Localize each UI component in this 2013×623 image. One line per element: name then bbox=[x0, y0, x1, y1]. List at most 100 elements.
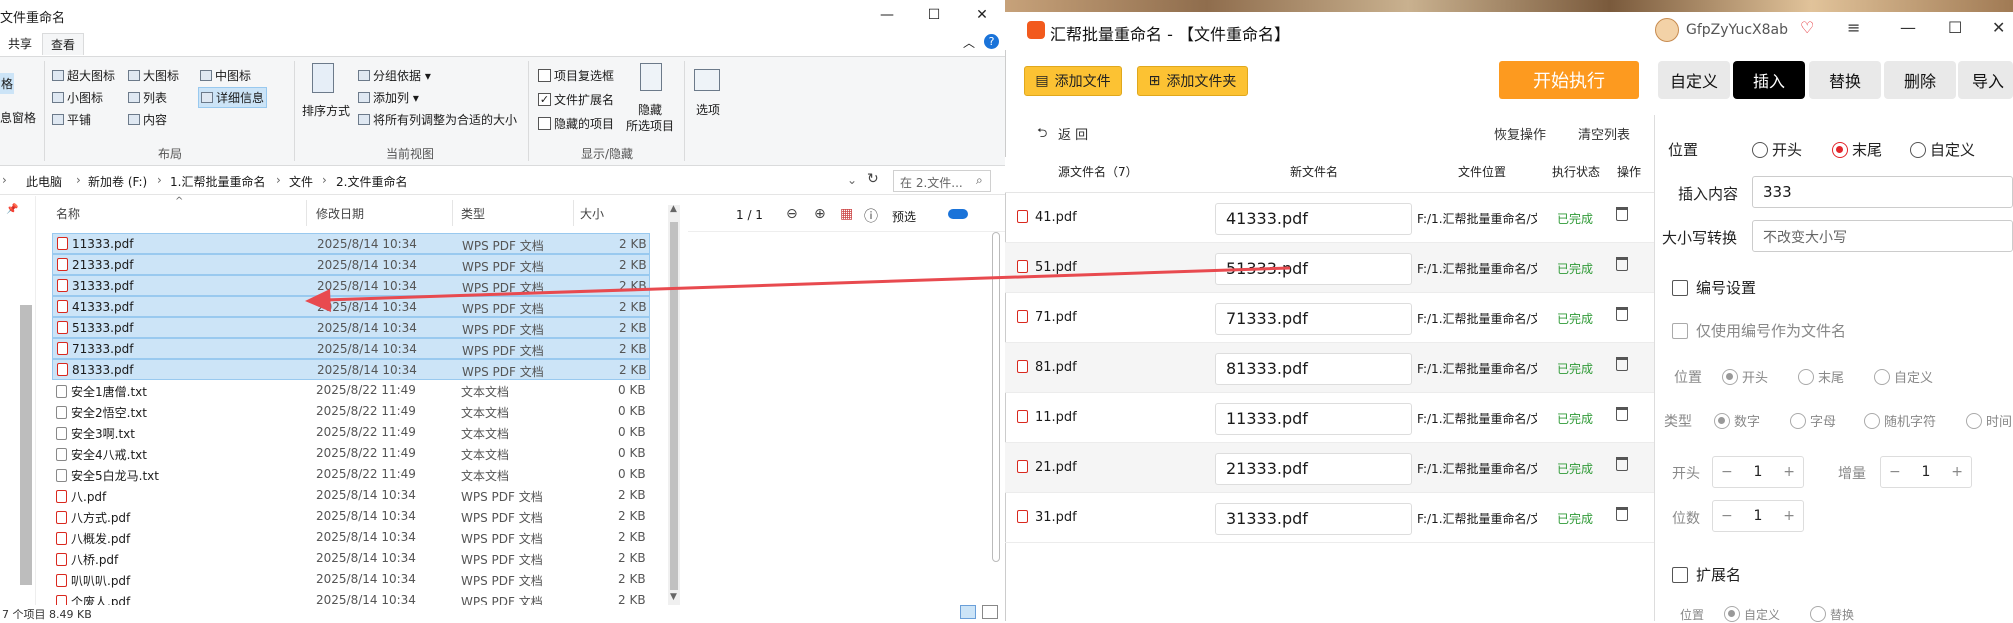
trash-icon[interactable] bbox=[1616, 407, 1628, 421]
increment-stepper[interactable]: − 1 + bbox=[1880, 456, 1972, 488]
start-button[interactable]: 开始执行 bbox=[1499, 61, 1639, 99]
file-row[interactable]: 叭叭叭.pdf 2025/8/14 10:34 WPS PDF 文档 2 KB bbox=[52, 569, 650, 590]
minimize-button[interactable]: — bbox=[865, 0, 909, 30]
refresh-icon[interactable]: ↻ bbox=[867, 171, 879, 187]
breadcrumb-item[interactable]: 2.文件重命名 bbox=[336, 173, 407, 190]
new-filename-input[interactable]: 31333.pdf bbox=[1215, 503, 1412, 535]
num-position-end-radio[interactable]: 末尾 bbox=[1798, 367, 1844, 386]
new-filename-input[interactable]: 71333.pdf bbox=[1215, 303, 1412, 335]
add-file-button[interactable]: ▤ 添加文件 bbox=[1024, 66, 1122, 96]
file-row[interactable]: 31333.pdf 2025/8/14 10:34 WPS PDF 文档 2 KB bbox=[52, 275, 650, 296]
back-button[interactable]: 返 回 bbox=[1058, 124, 1088, 143]
help-circle-icon[interactable]: ⓘ bbox=[864, 206, 878, 226]
scrollbar-thumb[interactable] bbox=[670, 222, 678, 590]
add-folder-button[interactable]: ⊞ 添加文件夹 bbox=[1137, 66, 1248, 96]
zoom-in-icon[interactable]: ⊕ bbox=[814, 206, 826, 222]
minus-icon[interactable]: − bbox=[1721, 508, 1733, 524]
num-position-start-radio[interactable]: 开头 bbox=[1722, 367, 1768, 386]
username[interactable]: GfpZyYucX8ab bbox=[1686, 22, 1788, 38]
position-custom-radio[interactable]: 自定义 bbox=[1910, 139, 1975, 160]
add-column-button[interactable]: 添加列 ▾ bbox=[358, 89, 419, 106]
trash-icon[interactable] bbox=[1616, 357, 1628, 371]
layout-tiles[interactable]: 平铺 bbox=[52, 111, 91, 128]
new-filename-input[interactable]: 51333.pdf bbox=[1215, 253, 1412, 285]
trash-icon[interactable] bbox=[1616, 257, 1628, 271]
breadcrumb-item[interactable]: 此电脑 bbox=[26, 173, 62, 190]
col-source[interactable]: 源文件名（7） bbox=[1058, 163, 1138, 180]
type-letter-radio[interactable]: 字母 bbox=[1790, 411, 1836, 430]
clear-list-button[interactable]: 清空列表 bbox=[1578, 124, 1630, 143]
file-row[interactable]: 51333.pdf 2025/8/14 10:34 WPS PDF 文档 2 KB bbox=[52, 317, 650, 338]
minus-icon[interactable]: − bbox=[1721, 464, 1733, 480]
sort-icon[interactable] bbox=[312, 63, 334, 93]
extension-replace-radio[interactable]: 替换 bbox=[1810, 606, 1854, 623]
chevron-down-icon[interactable]: ⌄ bbox=[847, 173, 857, 187]
file-row[interactable]: 21333.pdf 2025/8/14 10:34 WPS PDF 文档 2 KB bbox=[52, 254, 650, 275]
layout-extra-large-icons[interactable]: 超大图标 bbox=[52, 67, 115, 84]
extension-custom-radio[interactable]: 自定义 bbox=[1724, 606, 1780, 623]
tab-delete[interactable]: 删除 bbox=[1884, 61, 1956, 99]
breadcrumb-item[interactable]: 文件 bbox=[289, 173, 313, 190]
trash-icon[interactable] bbox=[1616, 307, 1628, 321]
help-icon[interactable]: ? bbox=[984, 34, 999, 49]
file-extension-toggle[interactable]: ✓ 文件扩展名 bbox=[538, 91, 614, 108]
tab-custom[interactable]: 自定义 bbox=[1658, 61, 1730, 99]
new-filename-input[interactable]: 11333.pdf bbox=[1215, 403, 1412, 435]
position-start-radio[interactable]: 开头 bbox=[1752, 139, 1802, 160]
trash-icon[interactable] bbox=[1616, 457, 1628, 471]
sort-by-button[interactable]: 排序方式 bbox=[302, 102, 350, 119]
num-position-custom-radio[interactable]: 自定义 bbox=[1874, 367, 1933, 386]
tab-import[interactable]: 导入 bbox=[1958, 61, 2013, 99]
column-header-name[interactable]: 名称 bbox=[56, 205, 80, 222]
file-row[interactable]: 81333.pdf 2025/8/14 10:34 WPS PDF 文档 2 KB bbox=[52, 359, 650, 380]
plus-icon[interactable]: + bbox=[1783, 508, 1795, 524]
tab-replace[interactable]: 替换 bbox=[1809, 61, 1881, 99]
layout-details[interactable]: 详细信息 bbox=[198, 87, 268, 108]
multi-page-icon[interactable]: ▦ bbox=[840, 206, 853, 222]
hidden-items-toggle[interactable]: 隐藏的项目 bbox=[538, 115, 614, 132]
restore-button[interactable]: 恢复操作 bbox=[1494, 124, 1546, 143]
start-stepper[interactable]: − 1 + bbox=[1712, 456, 1804, 488]
digits-stepper[interactable]: − 1 + bbox=[1712, 500, 1804, 532]
tab-insert[interactable]: 插入 bbox=[1733, 61, 1805, 99]
breadcrumb-item[interactable]: 1.汇帮批量重命名 bbox=[170, 173, 265, 190]
file-row[interactable]: 八方式.pdf 2025/8/14 10:34 WPS PDF 文档 2 KB bbox=[52, 506, 650, 527]
file-row[interactable]: 安全5白龙马.txt 2025/8/22 11:49 文本文档 0 KB bbox=[52, 464, 650, 485]
address-bar[interactable]: › 此电脑 › 新加卷 (F:) › 1.汇帮批量重命名 › 文件 › 2.文件… bbox=[0, 167, 1005, 195]
details-view-icon[interactable] bbox=[960, 605, 976, 619]
minus-icon[interactable]: − bbox=[1889, 464, 1901, 480]
size-columns-button[interactable]: 将所有列调整为合适的大小 bbox=[358, 111, 517, 128]
scroll-up-icon[interactable]: ▲ bbox=[670, 204, 677, 214]
new-filename-input[interactable]: 41333.pdf bbox=[1215, 203, 1412, 235]
column-header-size[interactable]: 大小 bbox=[580, 205, 604, 222]
plus-icon[interactable]: + bbox=[1783, 464, 1795, 480]
file-row[interactable]: 安全2悟空.txt 2025/8/22 11:49 文本文档 0 KB bbox=[52, 401, 650, 422]
avatar[interactable] bbox=[1655, 18, 1679, 42]
file-row[interactable]: 安全3啊.txt 2025/8/22 11:49 文本文档 0 KB bbox=[52, 422, 650, 443]
back-icon[interactable]: ⮌ bbox=[1037, 124, 1047, 146]
layout-large-icons[interactable]: 大图标 bbox=[128, 67, 179, 84]
breadcrumb-item[interactable]: 新加卷 (F:) bbox=[88, 173, 147, 190]
details-pane-button[interactable]: 息窗格 bbox=[0, 109, 36, 126]
large-icons-view-icon[interactable] bbox=[982, 605, 998, 619]
type-time-radio[interactable]: 时间 bbox=[1966, 411, 2012, 430]
file-row[interactable]: 安全4八戒.txt 2025/8/22 11:49 文本文档 0 KB bbox=[52, 443, 650, 464]
column-header-date[interactable]: 修改日期 bbox=[316, 205, 364, 222]
chevron-up-icon[interactable]: ︿ bbox=[963, 34, 975, 51]
diamond-icon[interactable]: ♡ bbox=[1800, 18, 1814, 37]
case-select[interactable]: 不改变大小写 bbox=[1752, 220, 2013, 252]
file-row[interactable]: 八概发.pdf 2025/8/14 10:34 WPS PDF 文档 2 KB bbox=[52, 527, 650, 548]
preview-scrollbar[interactable] bbox=[992, 232, 1000, 562]
file-row[interactable]: 八桥.pdf 2025/8/14 10:34 WPS PDF 文档 2 KB bbox=[52, 548, 650, 569]
plus-icon[interactable]: + bbox=[1951, 464, 1963, 480]
column-header-type[interactable]: 类型 bbox=[461, 205, 485, 222]
file-row[interactable]: 安全1唐僧.txt 2025/8/22 11:49 文本文档 0 KB bbox=[52, 380, 650, 401]
preview-toggle[interactable] bbox=[948, 209, 968, 219]
position-end-radio[interactable]: 末尾 bbox=[1832, 139, 1882, 160]
layout-medium-icons[interactable]: 中图标 bbox=[200, 67, 251, 84]
file-row[interactable]: 41333.pdf 2025/8/14 10:34 WPS PDF 文档 2 KB bbox=[52, 296, 650, 317]
maximize-button[interactable]: ☐ bbox=[912, 0, 956, 30]
trash-icon[interactable] bbox=[1616, 207, 1628, 221]
item-checkbox-toggle[interactable]: 项目复选框 bbox=[538, 67, 614, 84]
numbering-checkbox[interactable]: 编号设置 bbox=[1672, 277, 1756, 298]
